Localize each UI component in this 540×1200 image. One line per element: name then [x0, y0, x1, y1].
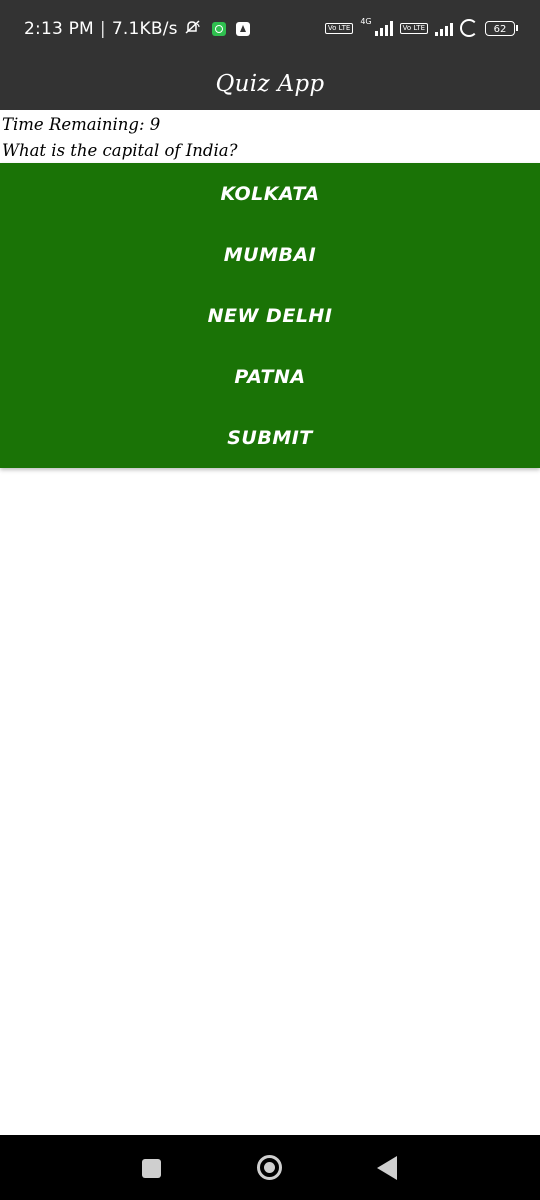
battery-icon: 62: [485, 20, 518, 36]
app-bar: Quiz App: [0, 58, 540, 110]
options-panel: KOLKATA MUMBAI NEW DELHI PATNA SUBMIT: [0, 163, 540, 468]
submit-button[interactable]: SUBMIT: [0, 407, 540, 468]
sync-icon: [460, 19, 478, 37]
home-icon[interactable]: [257, 1155, 282, 1180]
status-separator: |: [99, 19, 106, 39]
status-time: 2:13 PM: [24, 19, 94, 39]
option-button-kolkata[interactable]: KOLKATA: [0, 163, 540, 224]
notification-app-icon: [235, 22, 250, 36]
signal-icon-sim2: [435, 21, 453, 36]
whatsapp-icon: [211, 22, 226, 36]
question-text: What is the capital of India?: [2, 141, 238, 160]
option-button-new-delhi[interactable]: NEW DELHI: [0, 285, 540, 346]
status-right: Vo LTE 4G Vo LTE 62: [324, 16, 518, 37]
signal-icon: [374, 20, 393, 36]
battery-tip: [516, 25, 518, 31]
option-button-mumbai[interactable]: MUMBAI: [0, 224, 540, 285]
option-button-patna[interactable]: PATNA: [0, 346, 540, 407]
mute-icon: [184, 19, 202, 39]
status-bar: 2:13 PM | 7.1KB/s Vo LTE 4G Vo LTE 62: [0, 0, 540, 58]
back-icon[interactable]: [377, 1156, 397, 1180]
network-speed: 7.1KB/s: [111, 19, 178, 39]
volte-icon-sim2: Vo LTE: [399, 22, 428, 34]
nav-bar: [0, 1135, 540, 1200]
network-type: 4G: [360, 16, 372, 26]
recent-apps-icon[interactable]: [142, 1159, 161, 1178]
app-title: Quiz App: [215, 71, 325, 97]
screen: 2:13 PM | 7.1KB/s Vo LTE 4G Vo LTE 62 Qu…: [0, 0, 540, 1200]
status-left: 2:13 PM | 7.1KB/s: [24, 19, 250, 39]
battery-level: 62: [485, 20, 515, 36]
volte-icon: Vo LTE: [324, 22, 354, 34]
timer-label: Time Remaining: 9: [2, 115, 161, 134]
